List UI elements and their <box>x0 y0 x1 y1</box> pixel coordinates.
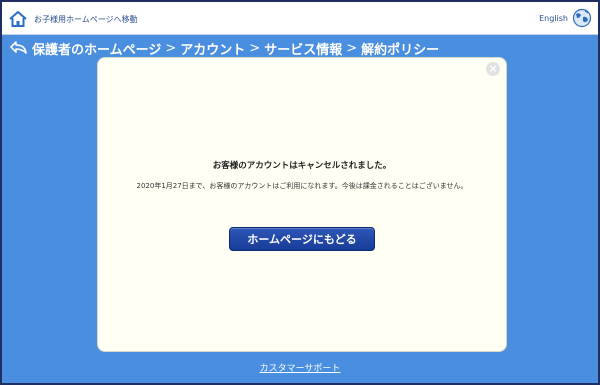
return-home-button[interactable]: ホームページにもどる <box>229 227 375 251</box>
breadcrumb-separator: > <box>346 40 358 56</box>
app-frame: お子様用ホームページへ移動 English 保護者のホームページ > アカウント… <box>0 0 600 385</box>
language-english-link[interactable]: English <box>539 14 568 23</box>
dialog-title: お客様のアカウントはキャンセルされました。 <box>212 161 392 171</box>
breadcrumb-separator: > <box>165 40 177 56</box>
cancellation-dialog: × お客様のアカウントはキャンセルされました。 2020年1月27日まで、お客様… <box>98 58 506 351</box>
breadcrumb: 保護者のホームページ > アカウント > サービス情報 > 解約ポリシー <box>10 37 439 59</box>
breadcrumb-parent-home[interactable]: 保護者のホームページ <box>32 39 161 58</box>
breadcrumb-separator: > <box>249 40 261 56</box>
dialog-message: 2020年1月27日まで、お客様のアカウントはご利用になれます。今後は課金される… <box>136 182 468 190</box>
back-arrow-icon[interactable] <box>10 41 28 55</box>
close-icon[interactable]: × <box>486 62 500 76</box>
globe-icon[interactable] <box>572 8 592 28</box>
home-icon <box>9 11 27 27</box>
top-bar: お子様用ホームページへ移動 English <box>2 2 598 35</box>
kids-home-link-label: お子様用ホームページへ移動 <box>34 14 138 24</box>
kids-home-link[interactable]: お子様用ホームページへ移動 <box>8 9 138 29</box>
breadcrumb-cancellation-policy: 解約ポリシー <box>361 42 440 58</box>
breadcrumb-account[interactable]: アカウント <box>180 39 245 58</box>
customer-support-link[interactable]: カスタマーサポート <box>2 361 598 374</box>
breadcrumb-service-info[interactable]: サービス情報 <box>264 39 342 58</box>
